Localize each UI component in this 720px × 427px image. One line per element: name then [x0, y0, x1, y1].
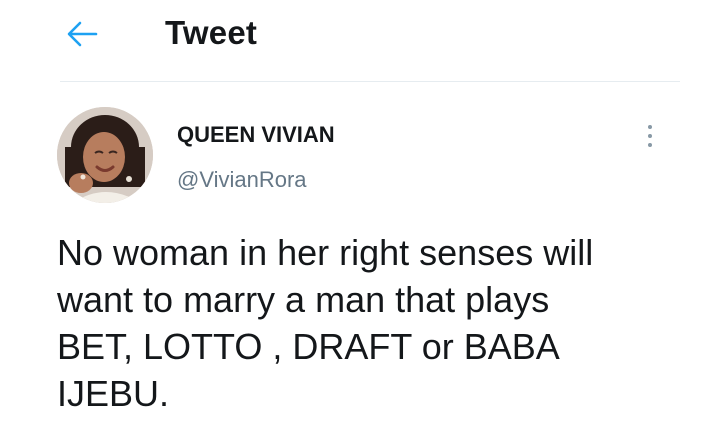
- tweet-text-line: IJEBU.: [57, 373, 170, 414]
- more-vertical-icon-dot: [648, 143, 652, 147]
- tweet-text-line: BET, LOTTO , DRAFT or BABA: [57, 326, 560, 367]
- avatar[interactable]: [57, 107, 153, 203]
- arrow-left-icon: [67, 21, 98, 47]
- tweet-text-line: No woman in her right senses will: [57, 232, 594, 273]
- page-title: Tweet: [165, 14, 258, 51]
- app-header: Tweet: [0, 0, 720, 80]
- header-divider: [60, 81, 680, 82]
- more-options-button[interactable]: [638, 118, 662, 154]
- back-button[interactable]: [62, 16, 102, 52]
- more-vertical-icon-dot: [648, 134, 652, 138]
- tweet-text: No woman in her right senses will want t…: [57, 229, 687, 417]
- tweet-text-line: want to marry a man that plays: [57, 279, 550, 320]
- author-handle[interactable]: @VivianRora: [177, 167, 307, 193]
- more-vertical-icon: [648, 125, 652, 129]
- author-display-name[interactable]: QUEEN VIVIAN: [177, 122, 335, 148]
- profile-photo: [57, 107, 153, 203]
